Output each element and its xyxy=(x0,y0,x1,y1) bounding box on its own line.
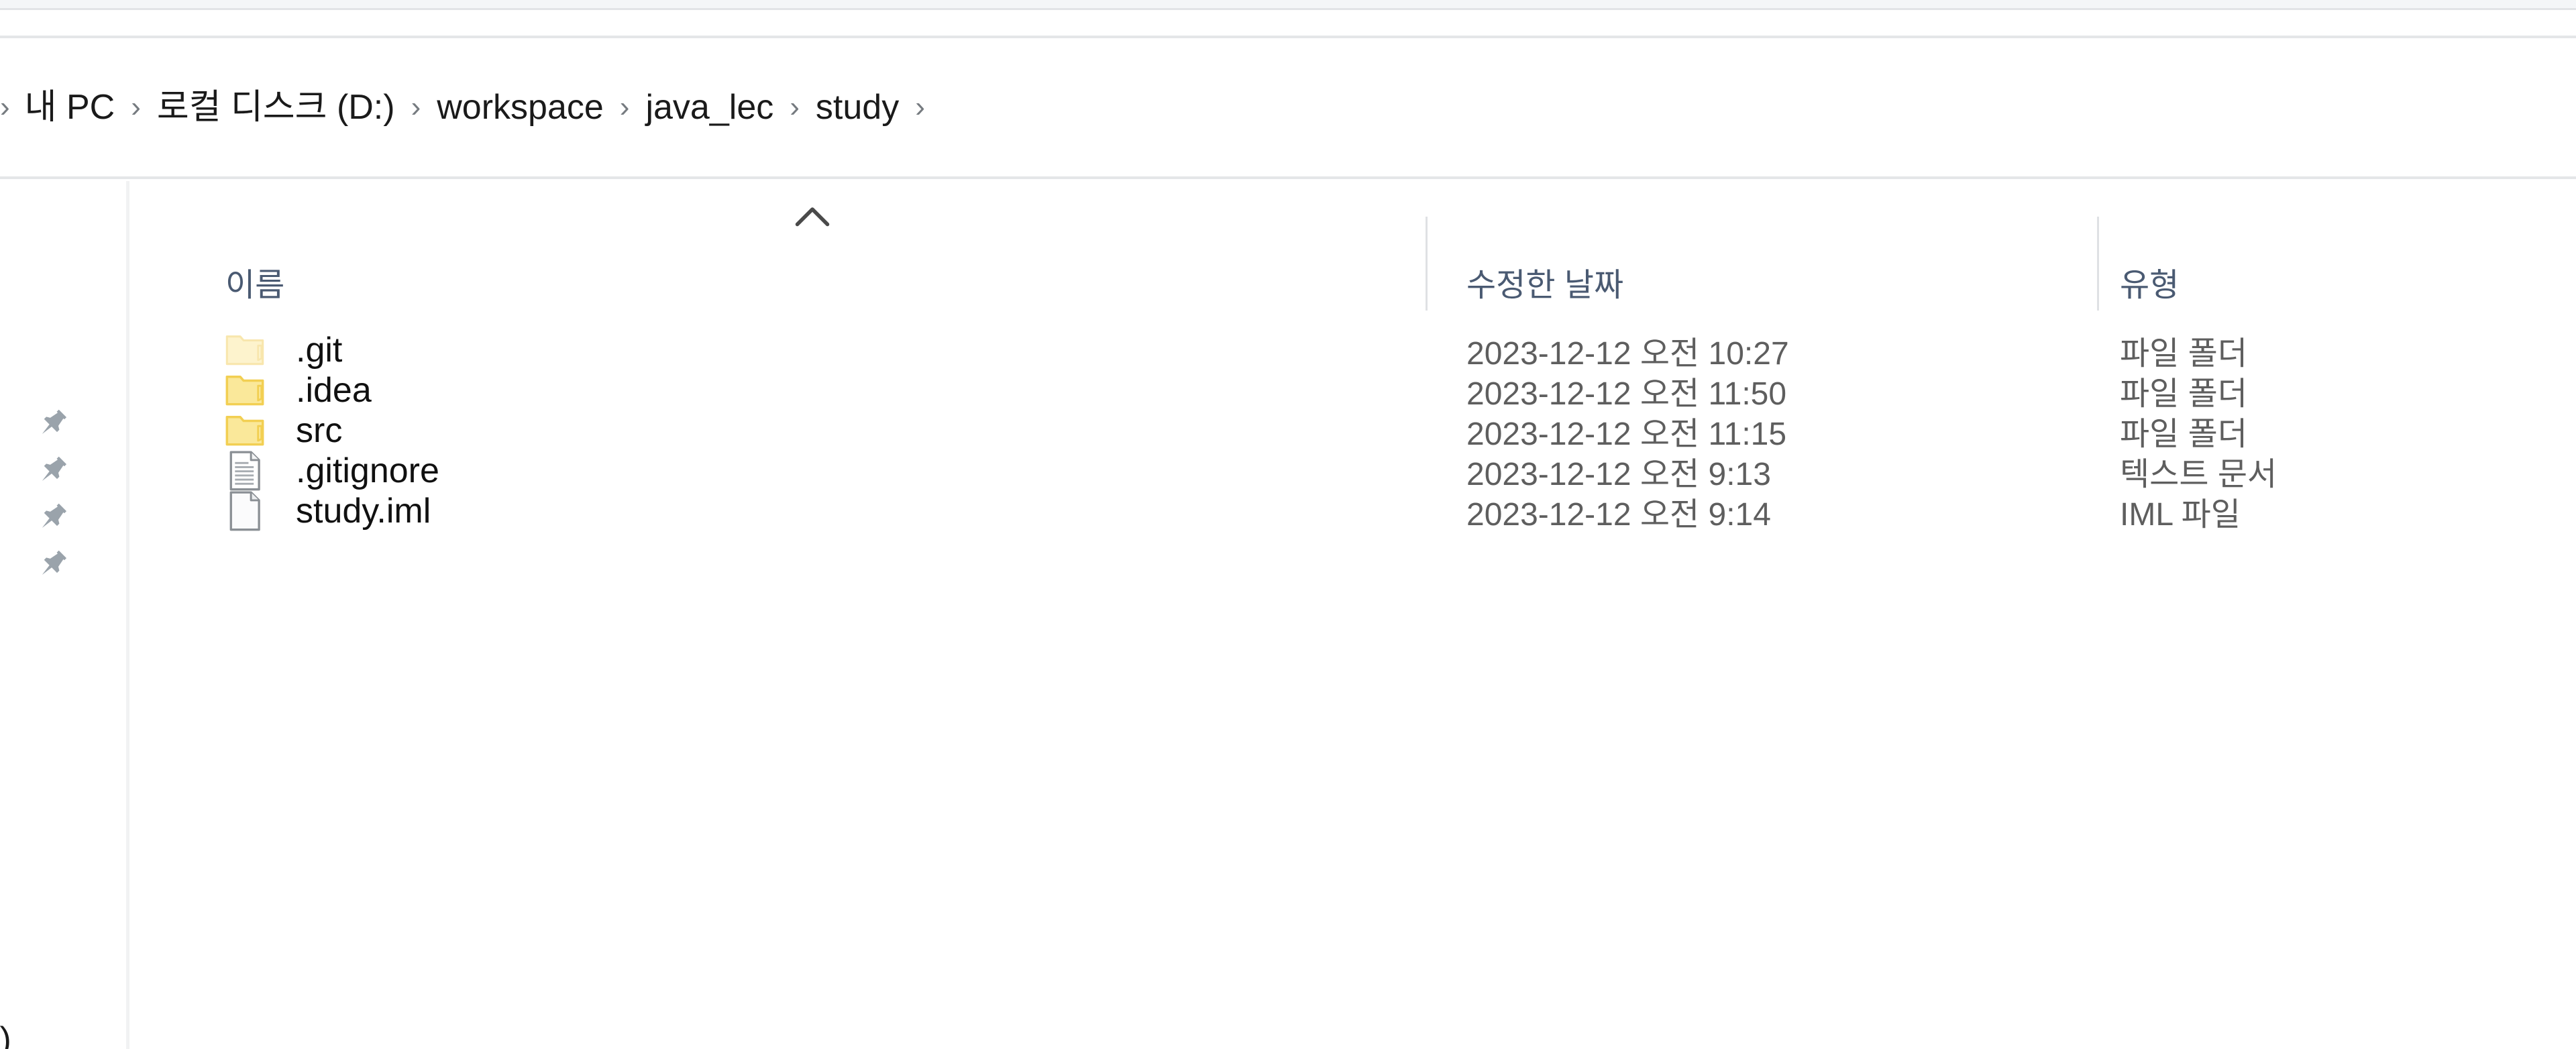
sort-ascending-icon xyxy=(795,207,830,227)
breadcrumb-chevron-icon-3[interactable]: › xyxy=(608,93,642,122)
column-header-type[interactable]: 유형 xyxy=(2120,258,2179,305)
pushpin-icon xyxy=(42,409,67,435)
file-name[interactable]: .idea xyxy=(296,370,372,410)
nav-pinned-item-4[interactable] xyxy=(34,545,114,586)
file-name[interactable]: src xyxy=(296,410,342,451)
pushpin-icon xyxy=(42,550,67,575)
column-header-date-modified[interactable]: 수정한 날짜 xyxy=(1466,258,1623,305)
folder-icon xyxy=(223,409,266,452)
table-row[interactable]: .git 2023-12-12 오전 10:27 파일 폴더 xyxy=(129,329,2576,372)
breadcrumb-chevron-icon-1[interactable]: › xyxy=(119,93,153,122)
window-top-strip xyxy=(0,0,2576,8)
breadcrumb-chevron-icon-0[interactable]: › xyxy=(0,93,21,122)
breadcrumb-item-local-disk-d[interactable]: 로컬 디스크 (D:) xyxy=(153,82,399,133)
navigation-pane[interactable]: :) xyxy=(0,179,126,1049)
file-name[interactable]: study.iml xyxy=(296,491,431,531)
table-row[interactable]: .idea 2023-12-12 오전 11:50 파일 폴더 xyxy=(129,369,2576,412)
breadcrumb-chevron-icon-2[interactable]: › xyxy=(399,93,433,122)
breadcrumb-chevron-icon-5[interactable]: › xyxy=(903,93,937,122)
breadcrumb[interactable]: › 내 PC › 로컬 디스크 (D:) › workspace › java_… xyxy=(0,38,937,176)
table-row[interactable]: study.iml 2023-12-12 오전 9:14 IML 파일 xyxy=(129,490,2576,533)
breadcrumb-item-study[interactable]: study xyxy=(812,82,903,133)
ribbon-area xyxy=(0,10,2576,36)
file-list-area[interactable]: 이름 수정한 날짜 유형 .git 2023-12-12 오전 10:27 파일… xyxy=(129,179,2576,1049)
file-name[interactable]: .gitignore xyxy=(296,451,439,491)
nav-pinned-item-2[interactable] xyxy=(34,451,114,492)
column-divider-date[interactable] xyxy=(1426,217,1428,311)
breadcrumb-item-workspace[interactable]: workspace xyxy=(433,82,608,133)
nav-clipped-label[interactable]: :) xyxy=(0,1019,11,1049)
text-document-icon xyxy=(223,449,266,492)
file-name[interactable]: .git xyxy=(296,330,342,370)
nav-pinned-item-1[interactable] xyxy=(34,404,114,445)
file-rows: .git 2023-12-12 오전 10:27 파일 폴더 .idea 202… xyxy=(129,329,2576,533)
breadcrumb-chevron-icon-4[interactable]: › xyxy=(777,93,812,122)
pushpin-icon xyxy=(42,503,67,529)
column-divider-type[interactable] xyxy=(2097,217,2099,311)
table-row[interactable]: src 2023-12-12 오전 11:15 파일 폴더 xyxy=(129,409,2576,452)
column-header-name[interactable]: 이름 xyxy=(225,258,284,305)
file-type: IML 파일 xyxy=(2120,497,2241,533)
folder-icon xyxy=(223,329,266,372)
nav-pinned-item-3[interactable] xyxy=(34,498,114,539)
folder-icon xyxy=(223,369,266,412)
generic-file-icon xyxy=(223,490,266,533)
table-row[interactable]: .gitignore 2023-12-12 오전 9:13 텍스트 문서 xyxy=(129,449,2576,492)
file-date-modified: 2023-12-12 오전 9:14 xyxy=(1466,497,1771,533)
breadcrumb-item-java-lec[interactable]: java_lec xyxy=(641,82,777,133)
pushpin-icon xyxy=(42,456,67,482)
file-explorer-window: › 내 PC › 로컬 디스크 (D:) › workspace › java_… xyxy=(0,0,2576,1049)
address-bar[interactable]: › 내 PC › 로컬 디스크 (D:) › workspace › java_… xyxy=(0,38,2576,176)
column-header-row[interactable]: 이름 수정한 날짜 유형 xyxy=(129,179,2576,330)
breadcrumb-item-my-pc[interactable]: 내 PC xyxy=(21,82,119,133)
